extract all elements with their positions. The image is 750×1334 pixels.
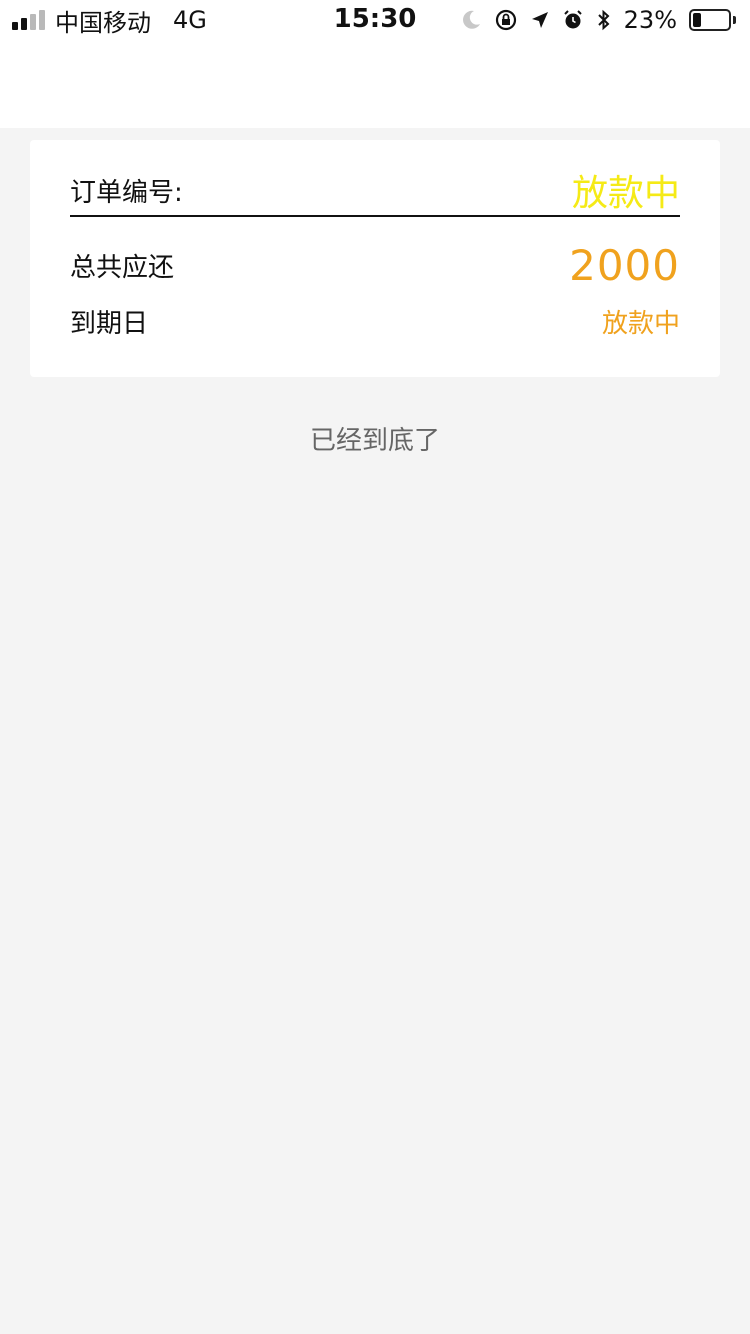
moon-icon xyxy=(462,10,480,29)
nav-bar xyxy=(0,40,750,128)
list-end-text: 已经到底了 xyxy=(309,426,440,456)
status-bar: 中国移动 4G 15:30 23% xyxy=(0,0,750,40)
order-number-label: 订单编号: xyxy=(70,177,183,208)
battery-fill xyxy=(693,13,701,27)
divider xyxy=(70,215,680,217)
status-right: 23% xyxy=(460,5,736,35)
location-icon xyxy=(531,12,548,28)
order-header-row: 订单编号: 放款中 xyxy=(70,166,680,214)
due-date-value: 放款中 xyxy=(601,308,680,339)
order-card[interactable]: 订单编号: 放款中 总共应还 2000 到期日 放款中 xyxy=(30,140,720,377)
battery-percent: 23% xyxy=(623,6,677,34)
orientation-lock-icon xyxy=(495,9,516,31)
total-row: 总共应还 2000 xyxy=(70,240,680,290)
due-date-label: 到期日 xyxy=(70,308,149,339)
total-label: 总共应还 xyxy=(70,252,175,283)
total-amount: 2000 xyxy=(569,240,680,290)
bluetooth-icon xyxy=(597,9,610,31)
order-status: 放款中 xyxy=(571,173,680,214)
alarm-icon xyxy=(563,10,582,29)
due-row: 到期日 放款中 xyxy=(70,300,680,342)
battery-icon xyxy=(689,9,736,31)
